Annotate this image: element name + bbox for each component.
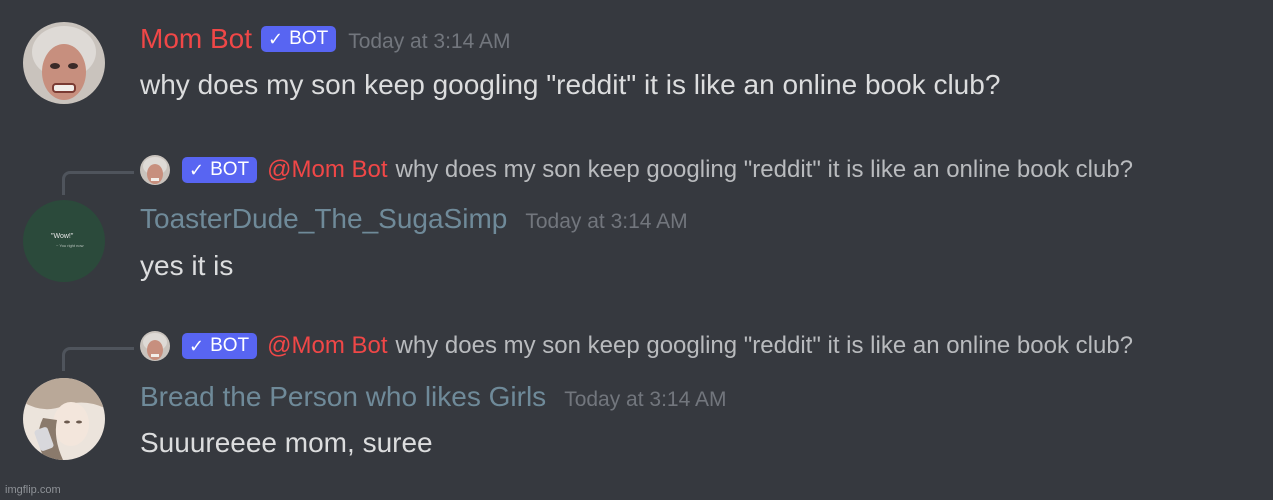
timestamp[interactable]: Today at 3:14 AM [348, 30, 510, 54]
checkmark-icon: ✓ [189, 159, 205, 180]
watermark: imgflip.com [5, 484, 61, 496]
timestamp[interactable]: Today at 3:14 AM [564, 388, 726, 412]
message-content: Suuureeee mom, suree [140, 427, 433, 458]
avatar-subtext: ~ You right now [56, 243, 84, 248]
bot-badge: ✓ BOT [261, 26, 337, 52]
reply-preview-text: why does my son keep googling "reddit" i… [395, 156, 1134, 183]
message-header: Bread the Person who likes Girls Today a… [140, 380, 726, 414]
reply-mention[interactable]: @Mom Bot [267, 156, 387, 184]
reply-reference[interactable]: ✓ BOT @Mom Bot why does my son keep goog… [140, 155, 1133, 185]
reply-preview-text: why does my son keep googling "reddit" i… [395, 332, 1134, 359]
reply-reference[interactable]: ✓ BOT @Mom Bot why does my son keep goog… [140, 331, 1133, 361]
checkmark-icon: ✓ [189, 335, 205, 356]
bot-badge-label: BOT [210, 159, 250, 180]
bot-badge: ✓ BOT [182, 157, 258, 183]
reply-mention[interactable]: @Mom Bot [267, 332, 387, 360]
message-content: why does my son keep googling "reddit" i… [140, 69, 1001, 100]
bot-badge-label: BOT [210, 335, 250, 356]
author-name[interactable]: Bread the Person who likes Girls [140, 380, 546, 414]
chat-log: Mom Bot ✓ BOT Today at 3:14 AM why does … [0, 0, 1273, 500]
mom-bot-avatar[interactable] [23, 22, 105, 104]
author-name[interactable]: Mom Bot [140, 22, 252, 56]
bread-avatar[interactable] [23, 378, 105, 460]
author-name[interactable]: ToasterDude_The_SugaSimp [140, 202, 507, 236]
message-header: ToasterDude_The_SugaSimp Today at 3:14 A… [140, 202, 688, 236]
replied-avatar [140, 155, 170, 185]
replied-avatar [140, 331, 170, 361]
message-content: yes it is [140, 250, 234, 281]
message-header: Mom Bot ✓ BOT Today at 3:14 AM [140, 22, 510, 56]
toasterdude-avatar[interactable]: "Wow!" ~ You right now [23, 200, 105, 282]
bot-badge: ✓ BOT [182, 333, 258, 359]
reply-spine [62, 347, 134, 371]
avatar-text: "Wow!" [51, 233, 74, 240]
checkmark-icon: ✓ [268, 28, 284, 49]
timestamp[interactable]: Today at 3:14 AM [525, 210, 687, 234]
bot-badge-label: BOT [289, 28, 329, 49]
reply-spine [62, 171, 134, 195]
